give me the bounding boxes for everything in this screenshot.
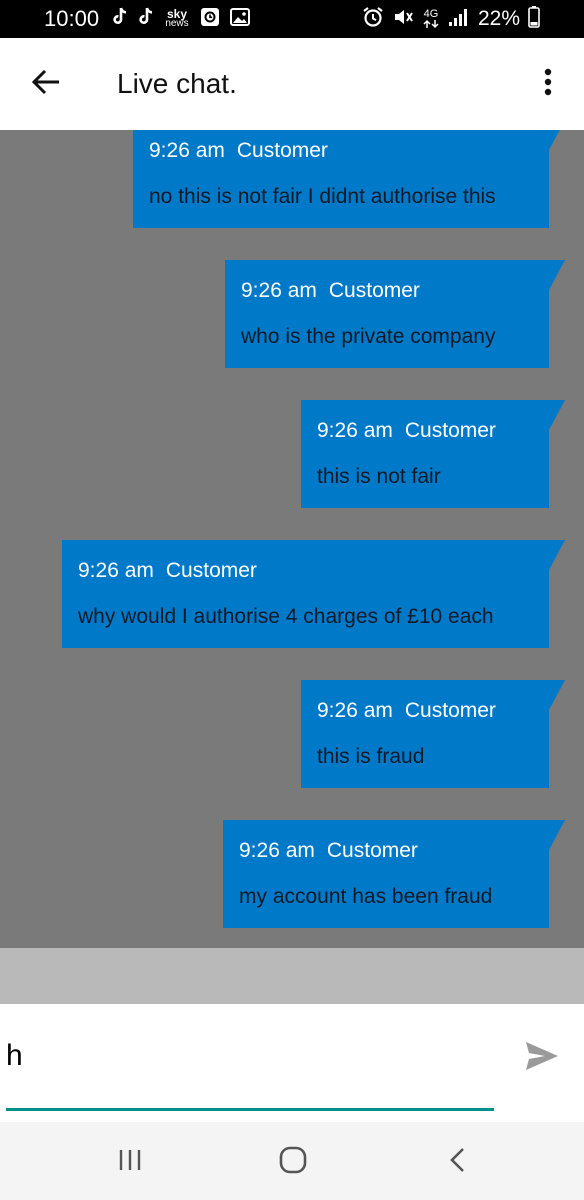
status-time: 10:00 <box>44 6 100 31</box>
message-sender: Customer <box>404 419 496 442</box>
network-4g-icon: 4G <box>422 9 440 29</box>
message-meta: 9:26 am Customer <box>239 839 418 863</box>
send-button[interactable] <box>520 1036 564 1080</box>
message-meta: 9:26 am Customer <box>149 139 328 163</box>
message-text: this is fraud <box>317 745 425 768</box>
system-back-button[interactable] <box>433 1140 481 1184</box>
tiktok-icon <box>138 7 154 32</box>
message-meta: 9:26 am Customer <box>78 559 257 583</box>
gallery-icon <box>230 7 250 32</box>
signal-icon <box>448 7 470 32</box>
message-time: 9:26 am <box>241 279 317 302</box>
home-button[interactable] <box>269 1140 317 1184</box>
chat-area[interactable]: 9:26 am Customer no this is not fair I di… <box>0 130 584 948</box>
send-icon <box>524 1040 560 1077</box>
system-icons: 4G 22% <box>362 5 540 33</box>
message-meta: 9:26 am Customer <box>317 419 496 443</box>
input-underline <box>6 1108 494 1111</box>
alarm-icon <box>362 6 384 33</box>
battery-icon <box>528 5 540 33</box>
recent-apps-button[interactable] <box>106 1140 154 1184</box>
page-title: Live chat. <box>117 68 237 99</box>
sky-news-label-bottom: news <box>165 18 189 29</box>
tiktok-icon <box>112 7 128 32</box>
message-text: this is not fair <box>317 465 441 488</box>
message-bubble: 9:26 am Customer this is fraud <box>301 680 565 788</box>
sky-news-icon: sky news <box>164 8 190 29</box>
message-meta: 9:26 am Customer <box>241 279 420 303</box>
notification-icons: sky news <box>112 7 250 31</box>
message-text: why would I authorise 4 charges of £10 e… <box>78 605 494 628</box>
status-bar: 10:00 sky news 4G 22% <box>0 0 584 38</box>
message-time: 9:26 am <box>78 559 154 582</box>
back-button[interactable] <box>24 62 68 106</box>
mute-icon <box>392 6 414 33</box>
message-meta: 9:26 am Customer <box>317 699 496 723</box>
message-time: 9:26 am <box>239 839 315 862</box>
system-nav-bar <box>0 1122 584 1200</box>
home-icon <box>279 1146 307 1179</box>
message-bubble: 9:26 am Customer no this is not fair I di… <box>133 130 565 228</box>
network-label: 4G <box>423 8 439 20</box>
message-bubble: 9:26 am Customer my account has been frau… <box>223 820 565 928</box>
input-bar <box>0 1004 584 1122</box>
message-sender: Customer <box>404 699 496 722</box>
message-sender: Customer <box>326 839 418 862</box>
message-sender: Customer <box>165 559 257 582</box>
message-bubble: 9:26 am Customer who is the private compa… <box>225 260 565 368</box>
message-text: my account has been fraud <box>239 885 493 908</box>
message-bubble: 9:26 am Customer this is not fair <box>301 400 565 508</box>
app-bar: Live chat. <box>0 38 584 130</box>
back-arrow-icon <box>31 69 61 100</box>
chat-footer-strip <box>0 948 584 1004</box>
message-text: who is the private company <box>241 325 496 348</box>
more-options-button[interactable] <box>532 62 564 106</box>
more-vert-icon <box>544 68 552 101</box>
message-sender: Customer <box>328 279 420 302</box>
recent-apps-icon <box>117 1148 143 1177</box>
back-icon <box>448 1147 466 1178</box>
message-time: 9:26 am <box>149 139 225 162</box>
message-sender: Customer <box>236 139 328 162</box>
app-icon <box>200 7 220 32</box>
message-text: no this is not fair I didnt authorise th… <box>149 185 496 208</box>
message-bubble: 9:26 am Customer why would I authorise 4 … <box>62 540 565 648</box>
message-input[interactable] <box>6 1036 494 1076</box>
message-time: 9:26 am <box>317 419 393 442</box>
message-time: 9:26 am <box>317 699 393 722</box>
battery-percent: 22% <box>477 7 520 30</box>
